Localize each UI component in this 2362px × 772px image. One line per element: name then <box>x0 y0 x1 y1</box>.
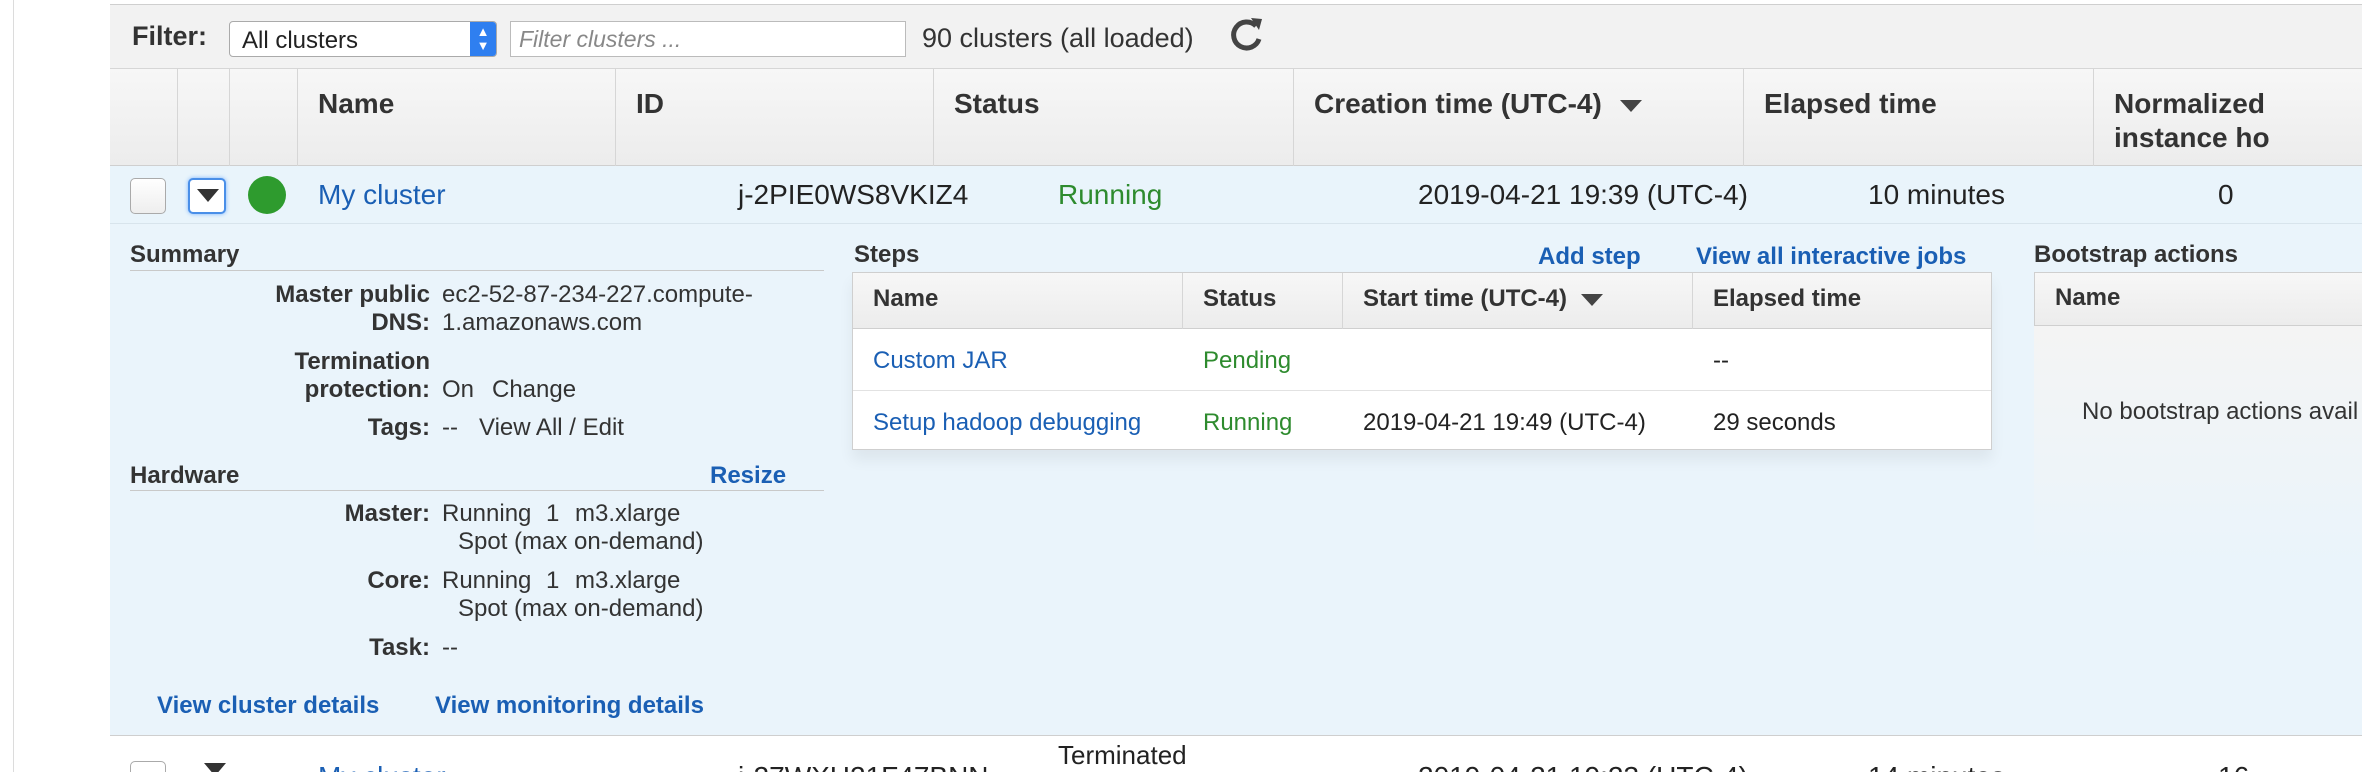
master-label: Master: <box>344 500 430 527</box>
step-elapsed: -- <box>1713 347 1729 374</box>
termination-protection-label: Termination protection: <box>294 348 430 403</box>
tags-label: Tags: <box>367 414 430 441</box>
step-start-time: 2019-04-21 19:49 (UTC-4) <box>1363 409 1646 436</box>
steps-header-status[interactable]: Status <box>1183 273 1343 329</box>
cluster-name-link[interactable]: My cluster <box>318 761 446 772</box>
header-elapsed-time[interactable]: Elapsed time <box>1744 69 2094 167</box>
refresh-icon[interactable] <box>1226 15 1266 55</box>
steps-title: Steps <box>854 241 920 268</box>
header-creation-time[interactable]: Creation time (UTC-4) <box>1294 69 1744 167</box>
hardware-divider <box>130 490 824 491</box>
cluster-elapsed-time: 10 minutes <box>1868 179 2005 210</box>
row-checkbox[interactable] <box>130 761 166 772</box>
master-count: 1 <box>546 500 560 527</box>
filter-bar: Filter: All clusters ▲▼ 90 clusters (all… <box>110 4 2362 68</box>
step-name-link[interactable]: Custom JAR <box>873 347 1008 375</box>
cluster-id: j-27WXH21F47BNN <box>738 761 989 772</box>
cluster-count: 90 clusters (all loaded) <box>922 23 1194 53</box>
caret-right-icon[interactable] <box>204 763 226 772</box>
master-dns-label: Master public DNS: <box>275 281 430 336</box>
hardware-title: Hardware <box>130 462 240 489</box>
table-row[interactable]: My cluster j-2PIE0WS8VKIZ4 Running 2019-… <box>110 166 2362 224</box>
header-status[interactable]: Status <box>934 69 1294 167</box>
core-label: Core: <box>367 567 430 594</box>
header-id[interactable]: ID <box>616 69 934 167</box>
master-status: Running <box>442 500 532 527</box>
master-dns-value: ec2-52-87-234-227.compute- 1.amazonaws.co… <box>442 281 753 336</box>
bootstrap-empty-message: No bootstrap actions avail <box>2082 398 2359 425</box>
cluster-creation-time: 2019-04-21 19:39 (UTC-4) <box>1418 179 1748 210</box>
steps-header-elapsed[interactable]: Elapsed time <box>1693 273 1991 329</box>
cluster-creation-time: 2019-04-21 19:23 (UTC-4) <box>1418 761 1748 772</box>
task-value: -- <box>442 634 458 661</box>
caret-down-icon <box>197 189 219 202</box>
steps-table-header: Name Status Start time (UTC-4) Elapsed t… <box>853 273 1991 329</box>
view-cluster-details-link[interactable]: View cluster details <box>157 692 379 720</box>
step-status: Running <box>1203 409 1293 436</box>
step-status: Pending <box>1203 347 1292 374</box>
sort-descending-icon <box>1581 293 1604 306</box>
cluster-normalized-hours: 16 <box>2218 761 2249 772</box>
bootstrap-actions-title: Bootstrap actions <box>2034 241 2239 268</box>
cluster-id: j-2PIE0WS8VKIZ4 <box>738 179 969 210</box>
step-elapsed: 29 seconds <box>1713 409 1836 436</box>
step-name-link[interactable]: Setup hadoop debugging <box>873 409 1141 437</box>
core-status: Running <box>442 567 532 594</box>
header-status-dot-col <box>230 69 298 167</box>
steps-header-name[interactable]: Name <box>853 273 1183 329</box>
sort-descending-icon <box>1619 99 1642 112</box>
row-checkbox[interactable] <box>130 178 166 214</box>
cluster-filter-select[interactable]: All clusters ▲ ▼ <box>229 21 497 57</box>
cluster-status: Running <box>1058 179 1163 210</box>
add-step-link[interactable]: Add step <box>1538 243 1641 271</box>
step-row[interactable]: Setup hadoop debugging Running 2019-04-2… <box>853 391 1991 453</box>
core-pricing: Spot (max on-demand) <box>458 595 704 622</box>
cluster-details-panel: Summary Master public DNS: ec2-52-87-234-… <box>110 224 2362 736</box>
left-gutter <box>0 0 14 772</box>
header-normalized-hours[interactable]: Normalized instance ho <box>2094 69 2362 167</box>
summary-divider <box>130 270 824 271</box>
tags-value: -- <box>442 414 458 441</box>
termination-protection-value: On <box>442 376 475 403</box>
filter-label: Filter: <box>132 21 208 51</box>
task-label: Task: <box>369 634 430 661</box>
core-instance-type: m3.xlarge <box>575 567 681 594</box>
cluster-name-link[interactable]: My cluster <box>318 179 446 211</box>
header-name[interactable]: Name <box>298 69 616 167</box>
bootstrap-actions-body: No bootstrap actions avail <box>2034 326 2362 566</box>
cluster-filter-selected: All clusters <box>242 27 359 54</box>
bootstrap-actions-table-header: Name <box>2034 272 2362 326</box>
view-all-interactive-jobs-link[interactable]: View all interactive jobs <box>1696 243 1966 271</box>
termination-change-link[interactable]: Change <box>492 376 576 404</box>
status-dot-icon <box>248 176 286 214</box>
cluster-table-header: Name ID Status Creation time (UTC-4) Ela… <box>110 68 2362 167</box>
resize-link[interactable]: Resize <box>710 462 786 490</box>
tags-view-edit-link[interactable]: View All / Edit <box>479 414 624 442</box>
header-checkbox-col <box>110 69 178 167</box>
select-arrows-icon: ▲ ▼ <box>470 22 496 56</box>
steps-header-start-time[interactable]: Start time (UTC-4) <box>1343 273 1693 329</box>
header-expand-col <box>178 69 230 167</box>
step-row[interactable]: Custom JAR Pending -- <box>853 329 1991 391</box>
master-instance-type: m3.xlarge <box>575 500 681 527</box>
filter-clusters-input[interactable] <box>510 21 906 57</box>
cluster-normalized-hours: 0 <box>2218 179 2234 210</box>
summary-title: Summary <box>130 241 240 268</box>
core-count: 1 <box>546 567 560 594</box>
steps-table: Name Status Start time (UTC-4) Elapsed t… <box>852 272 1992 450</box>
cluster-elapsed-time: 14 minutes <box>1868 761 2005 772</box>
table-row[interactable]: My cluster j-27WXH21F47BNN Terminated 20… <box>110 737 2362 772</box>
bootstrap-header-name[interactable]: Name <box>2055 284 2120 312</box>
master-pricing: Spot (max on-demand) <box>458 528 704 555</box>
expand-toggle-button[interactable] <box>188 178 226 214</box>
view-monitoring-details-link[interactable]: View monitoring details <box>435 692 704 720</box>
cluster-status: Terminated <box>1058 740 1187 770</box>
